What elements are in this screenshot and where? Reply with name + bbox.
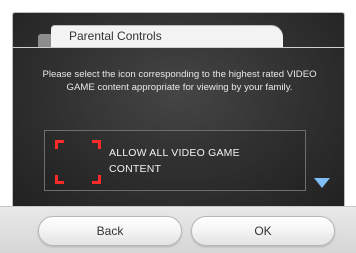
content-option[interactable]: ALLOW ALL VIDEO GAME CONTENT (44, 130, 306, 191)
option-label: ALLOW ALL VIDEO GAME CONTENT (109, 145, 289, 177)
instruction-text: Please select the icon corresponding to … (42, 69, 317, 93)
back-button[interactable]: Back (38, 216, 182, 246)
title-divider (13, 47, 344, 48)
wii-parental-controls-screen: Parental Controls Please select the icon… (0, 0, 356, 253)
selection-corner-bottom-left (55, 175, 64, 184)
bottom-bar: Back OK (0, 206, 356, 253)
selection-corner-bottom-right (92, 175, 101, 184)
option-label-line2: CONTENT (109, 163, 162, 175)
title-strip: Parental Controls (13, 13, 344, 48)
triangle-down-icon[interactable] (313, 177, 331, 189)
main-panel: Parental Controls Please select the icon… (12, 12, 345, 214)
option-label-line1: ALLOW ALL VIDEO GAME (109, 147, 240, 159)
page-title: Parental Controls (69, 29, 162, 43)
ok-button[interactable]: OK (191, 216, 335, 246)
selection-corner-top-left (55, 140, 64, 149)
selection-cursor-icon (55, 140, 101, 184)
selection-corner-top-right (92, 140, 101, 149)
